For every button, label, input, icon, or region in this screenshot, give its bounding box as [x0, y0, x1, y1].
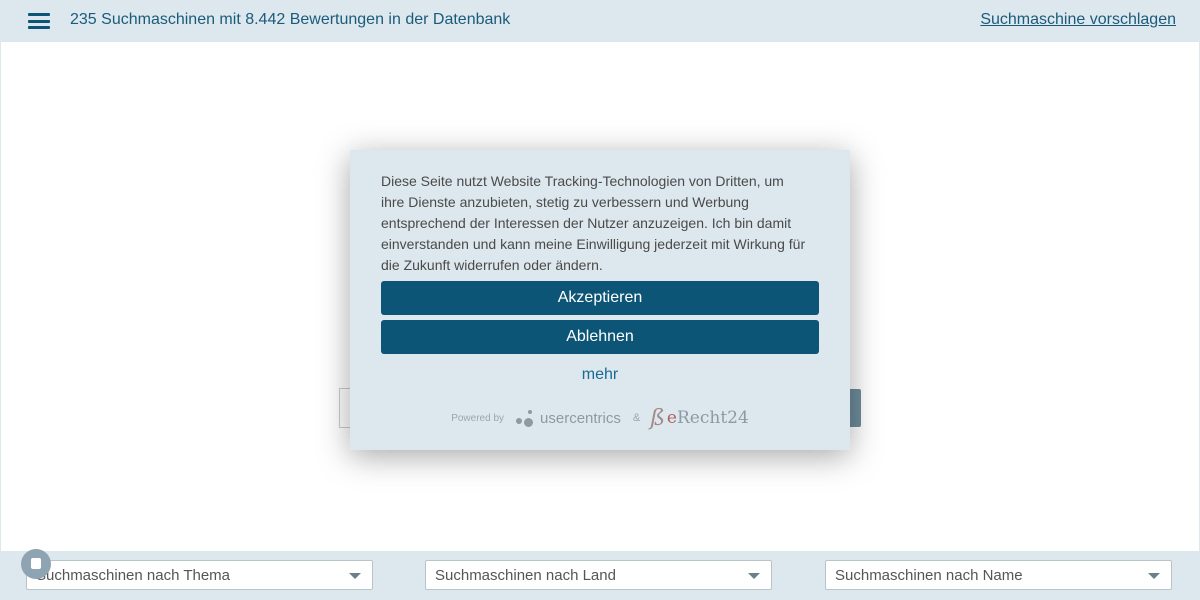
hamburger-line [28, 13, 50, 16]
ampersand: & [632, 412, 641, 424]
footer-bar: Suchmaschinen nach Thema Suchmaschinen n… [0, 551, 1200, 600]
erecht24-rest: Recht24 [676, 408, 749, 428]
powered-by-row: Powered by usercentrics & ß eRecht24 [350, 406, 850, 431]
erecht24-wordmark: eRecht24 [667, 408, 749, 428]
decline-button[interactable]: Ablehnen [381, 320, 819, 354]
topic-select-label: Suchmaschinen nach Thema [36, 567, 231, 584]
usercentrics-logo: usercentrics [516, 408, 621, 428]
name-select-label: Suchmaschinen nach Name [835, 567, 1023, 584]
erecht24-logo: ß eRecht24 [650, 406, 749, 431]
chevron-down-icon [1148, 573, 1160, 579]
name-select[interactable]: Suchmaschinen nach Name [825, 560, 1172, 590]
erecht24-e: e [666, 408, 677, 428]
topic-select[interactable]: Suchmaschinen nach Thema [26, 560, 373, 590]
powered-by-label: Powered by [451, 412, 505, 424]
hamburger-line [28, 26, 50, 29]
usercentrics-dots-icon [516, 408, 538, 428]
hamburger-line [28, 19, 50, 23]
chevron-down-icon [349, 573, 361, 579]
chevron-down-icon [748, 573, 760, 579]
country-select[interactable]: Suchmaschinen nach Land [425, 560, 772, 590]
country-select-label: Suchmaschinen nach Land [435, 567, 616, 584]
accept-button[interactable]: Akzeptieren [381, 281, 819, 315]
consent-text: Diese Seite nutzt Website Tracking-Techn… [381, 173, 806, 273]
suggest-search-engine-link[interactable]: Suchmaschine vorschlagen [980, 11, 1176, 29]
hamburger-menu-icon[interactable] [28, 12, 50, 30]
erecht24-mark-icon: ß [650, 405, 665, 431]
privacy-settings-icon[interactable] [21, 549, 51, 579]
database-stats-title: 235 Suchmaschinen mit 8.442 Bewertungen … [70, 11, 511, 28]
more-info-link[interactable]: mehr [350, 366, 850, 384]
cookie-consent-dialog: Diese Seite nutzt Website Tracking-Techn… [350, 150, 850, 450]
usercentrics-wordmark: usercentrics [540, 409, 621, 427]
top-bar: 235 Suchmaschinen mit 8.442 Bewertungen … [0, 0, 1200, 42]
